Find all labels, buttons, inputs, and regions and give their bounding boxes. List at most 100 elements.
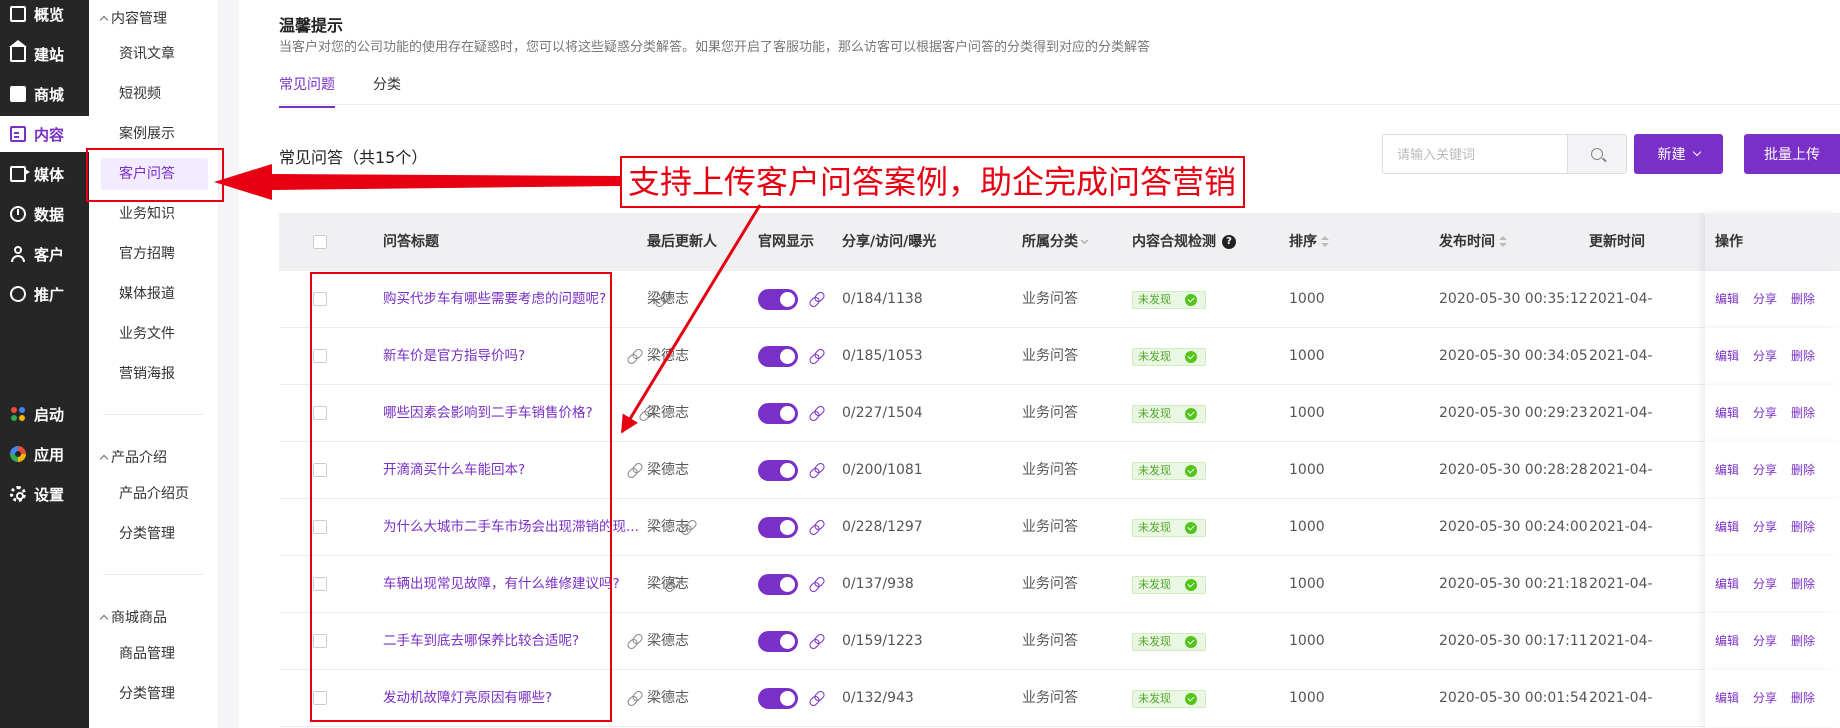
edit-link[interactable]: 编辑 (1715, 577, 1739, 591)
site-display-toggle[interactable] (758, 460, 798, 481)
media-icon (10, 166, 30, 182)
site-display-toggle[interactable] (758, 631, 798, 652)
subnav-item-product-page[interactable]: 产品介绍页 (119, 478, 189, 510)
site-display-toggle[interactable] (758, 289, 798, 310)
subnav-item-press[interactable]: 媒体报道 (119, 278, 175, 310)
row-publish-time: 2020-05-30 00:01:54 (1439, 690, 1588, 706)
nav-item-customer[interactable]: 客户 (0, 236, 89, 272)
subnav-item-videos[interactable]: 短视频 (119, 78, 161, 110)
link-icon[interactable] (809, 576, 825, 592)
nav-label: 设置 (34, 485, 65, 504)
nav-item-promote[interactable]: 推广 (0, 276, 89, 312)
nav-item-content[interactable]: 内容 (0, 116, 89, 152)
search-button[interactable] (1567, 134, 1627, 174)
sort-icon (1499, 236, 1507, 248)
row-publish-time: 2020-05-30 00:28:28 (1439, 462, 1588, 478)
subnav-item-goods-category[interactable]: 分类管理 (119, 678, 175, 710)
row-order: 1000 (1289, 291, 1325, 307)
edit-link[interactable]: 编辑 (1715, 292, 1739, 306)
share-link[interactable]: 分享 (1753, 634, 1777, 648)
chevron-up-icon (99, 454, 109, 463)
site-display-toggle[interactable] (758, 574, 798, 595)
subnav-item-knowledge[interactable]: 业务知识 (119, 198, 175, 230)
share-link[interactable]: 分享 (1753, 406, 1777, 420)
delete-link[interactable]: 删除 (1791, 463, 1815, 477)
link-icon[interactable] (809, 519, 825, 535)
col-publish-label: 发布时间 (1439, 234, 1495, 250)
row-order: 1000 (1289, 519, 1325, 535)
tabs-divider (279, 104, 1840, 105)
new-button[interactable]: 新建 (1634, 134, 1723, 174)
nav-item-launch[interactable]: 启动 (0, 396, 89, 432)
delete-link[interactable]: 删除 (1791, 691, 1815, 705)
share-link[interactable]: 分享 (1753, 520, 1777, 534)
nav-label: 应用 (34, 445, 65, 464)
link-icon[interactable] (809, 405, 825, 421)
share-link[interactable]: 分享 (1753, 349, 1777, 363)
link-icon[interactable] (809, 462, 825, 478)
nav-item-media[interactable]: 媒体 (0, 156, 89, 192)
subnav-item-cases[interactable]: 案例展示 (119, 118, 175, 150)
share-link[interactable]: 分享 (1753, 577, 1777, 591)
delete-link[interactable]: 删除 (1791, 577, 1815, 591)
edit-link[interactable]: 编辑 (1715, 520, 1739, 534)
nav-item-overview[interactable]: 概览 (0, 0, 89, 32)
subnav-item-product-category[interactable]: 分类管理 (119, 518, 175, 550)
subnav-group-product[interactable]: 产品介绍 (99, 447, 167, 467)
site-display-toggle[interactable] (758, 688, 798, 709)
link-icon[interactable] (809, 633, 825, 649)
site-display-toggle[interactable] (758, 403, 798, 424)
delete-link[interactable]: 删除 (1791, 292, 1815, 306)
subnav-item-posters[interactable]: 营销海报 (119, 358, 175, 390)
delete-link[interactable]: 删除 (1791, 634, 1815, 648)
link-icon[interactable] (627, 633, 643, 649)
link-icon[interactable] (809, 348, 825, 364)
edit-link[interactable]: 编辑 (1715, 634, 1739, 648)
tab-faq[interactable]: 常见问题 (279, 74, 335, 108)
delete-link[interactable]: 删除 (1791, 406, 1815, 420)
subnav-item-recruit[interactable]: 官方招聘 (119, 238, 175, 270)
row-stats: 0/184/1138 (842, 291, 923, 307)
link-icon[interactable] (809, 690, 825, 706)
row-category: 业务问答 (1022, 291, 1078, 307)
search-input[interactable] (1382, 134, 1567, 174)
subnav-item-goods[interactable]: 商品管理 (119, 638, 175, 670)
link-icon[interactable] (627, 462, 643, 478)
col-order[interactable]: 排序 (1289, 213, 1329, 271)
nav-item-data[interactable]: 数据 (0, 196, 89, 232)
subnav-group-shop[interactable]: 商城商品 (99, 607, 167, 627)
nav-item-shop[interactable]: 商城 (0, 76, 89, 112)
site-display-toggle[interactable] (758, 517, 798, 538)
delete-link[interactable]: 删除 (1791, 349, 1815, 363)
link-icon[interactable] (809, 291, 825, 307)
link-icon[interactable] (627, 690, 643, 706)
share-link[interactable]: 分享 (1753, 463, 1777, 477)
tab-category[interactable]: 分类 (373, 74, 401, 108)
row-category: 业务问答 (1022, 519, 1078, 535)
edit-link[interactable]: 编辑 (1715, 406, 1739, 420)
share-link[interactable]: 分享 (1753, 691, 1777, 705)
nav-item-site[interactable]: 建站 (0, 36, 89, 72)
subnav-group-content[interactable]: 内容管理 (99, 8, 167, 28)
subnav-item-articles[interactable]: 资讯文章 (119, 38, 175, 70)
batch-upload-button[interactable]: 批量上传 (1744, 134, 1840, 174)
help-icon[interactable]: ? (1222, 235, 1236, 249)
select-all-checkbox[interactable] (313, 235, 327, 249)
row-order: 1000 (1289, 348, 1325, 364)
data-icon (10, 206, 26, 222)
site-display-toggle[interactable] (758, 346, 798, 367)
link-icon[interactable] (627, 348, 643, 364)
subnav-item-files[interactable]: 业务文件 (119, 318, 175, 350)
edit-link[interactable]: 编辑 (1715, 691, 1739, 705)
nav-item-apps[interactable]: 应用 (0, 436, 89, 472)
sub-nav: 内容管理 资讯文章 短视频 案例展示 客户问答 业务知识 官方招聘 媒体报道 业… (89, 0, 219, 728)
delete-link[interactable]: 删除 (1791, 520, 1815, 534)
share-link[interactable]: 分享 (1753, 292, 1777, 306)
col-category[interactable]: 所属分类 (1022, 213, 1089, 271)
edit-link[interactable]: 编辑 (1715, 349, 1739, 363)
edit-link[interactable]: 编辑 (1715, 463, 1739, 477)
nav-item-settings[interactable]: 设置 (0, 476, 89, 512)
row-publish-time: 2020-05-30 00:21:18 (1439, 576, 1588, 592)
col-publish[interactable]: 发布时间 (1439, 213, 1507, 271)
tip-title: 温馨提示 (279, 16, 344, 35)
